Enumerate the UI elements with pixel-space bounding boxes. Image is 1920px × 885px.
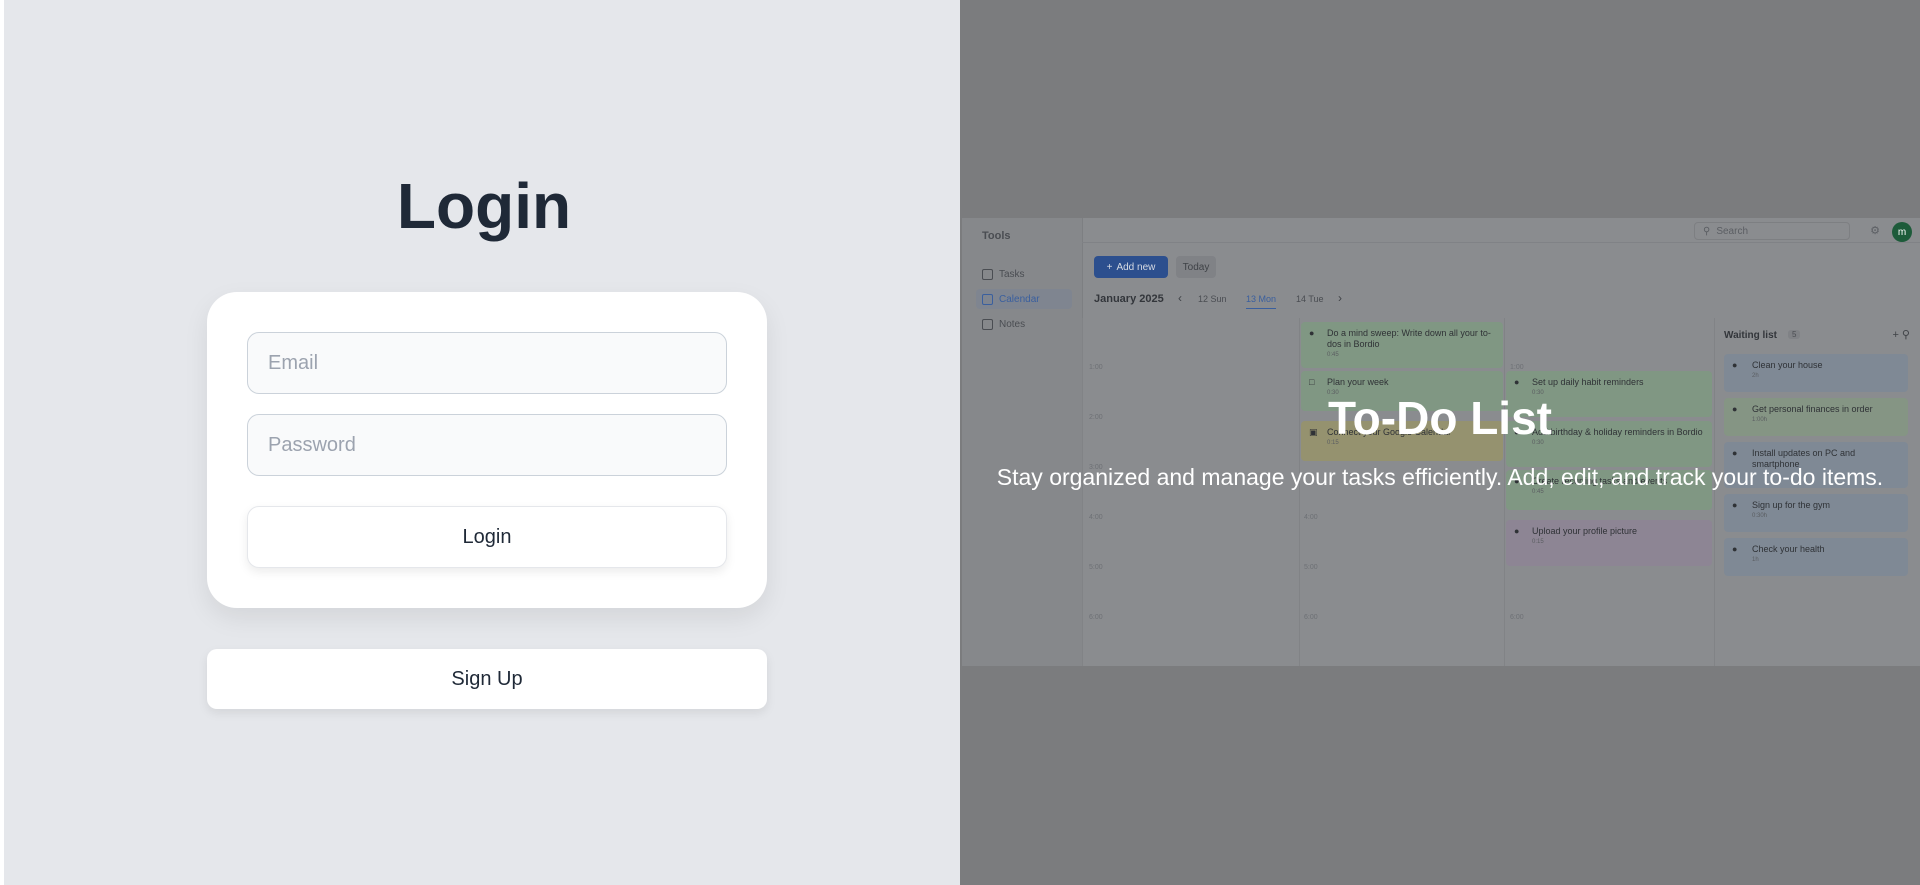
preview-nav-tasks: Tasks: [976, 264, 1072, 284]
login-pane: Login Login Sign Up: [0, 0, 960, 885]
login-button[interactable]: Login: [247, 506, 727, 568]
preview-task-duration: 0:15: [1532, 539, 1544, 545]
preview-search-text: Search: [1716, 225, 1749, 237]
preview-today: Today: [1176, 256, 1216, 278]
preview-column-divider: [1082, 318, 1083, 666]
bell-icon: ⚙: [1870, 225, 1880, 237]
hero-title: To-Do List: [1328, 392, 1552, 444]
preview-waiting-card-title: Sign up for the gym: [1752, 500, 1831, 510]
password-field[interactable]: [247, 414, 727, 476]
preview-task-title: Set up daily habit reminders: [1532, 377, 1644, 387]
preview-waiting-count: 5: [1788, 330, 1801, 339]
preview-time: 4:00: [1304, 514, 1318, 521]
muscle-icon: ●: [1732, 500, 1738, 510]
checkbox-icon: [982, 268, 993, 280]
preview-time: 1:00: [1510, 364, 1524, 371]
preview-nav-label: Calendar: [999, 293, 1040, 305]
page-title: Login: [396, 170, 572, 242]
preview-column-divider: [1299, 318, 1300, 666]
preview-add-new-label: Add new: [1116, 261, 1156, 273]
preview-waiting-card-title: Check your health: [1752, 544, 1825, 554]
preview-task-title: Do a mind sweep: Write down all your to-…: [1327, 328, 1491, 349]
preview-time: 1:00: [1089, 364, 1103, 371]
plus-icon: + ⚲: [1892, 329, 1910, 341]
preview-waiting-title: Waiting list: [1724, 330, 1777, 341]
preview-add-new: + Add new: [1094, 256, 1168, 278]
preview-waiting-card: ● Sign up for the gym 0:30h: [1724, 494, 1908, 532]
preview-day: 14 Tue: [1296, 294, 1324, 304]
preview-day-active: 13 Mon: [1246, 294, 1277, 309]
signup-button[interactable]: Sign Up: [207, 649, 767, 709]
plus-icon: +: [1106, 261, 1113, 273]
chevron-left-icon: ‹: [1178, 291, 1182, 305]
preview-sidebar-title: Tools: [982, 230, 1011, 242]
preview-nav-calendar: Calendar: [976, 289, 1072, 309]
preview-waiting-card-duration: 1h: [1752, 557, 1759, 563]
broom-icon: ●: [1732, 360, 1738, 370]
preview-month: January 2025: [1094, 293, 1164, 305]
search-icon: ⚲: [1703, 225, 1711, 237]
preview-time: 6:00: [1510, 614, 1524, 621]
calendar-icon: [982, 293, 993, 305]
hero-subtitle: Stay organized and manage your tasks eff…: [996, 464, 1884, 490]
preview-nav-label: Notes: [999, 318, 1026, 330]
preview-task-title: Upload your profile picture: [1532, 526, 1638, 536]
preview-nav-label: Tasks: [999, 268, 1025, 280]
preview-waiting-card-duration: 2h: [1752, 373, 1759, 379]
brain-icon: ●: [1309, 328, 1315, 338]
chevron-right-icon: ›: [1338, 291, 1342, 305]
preview-time: 6:00: [1304, 614, 1318, 621]
preview-time: 4:00: [1089, 514, 1103, 521]
preview-nav-notes: Notes: [976, 314, 1072, 334]
preview-time: 5:00: [1089, 564, 1103, 571]
preview-column-divider: [1714, 318, 1715, 666]
preview-waiting-card: ● Clean your house 2h: [1724, 354, 1908, 392]
preview-time: 5:00: [1304, 564, 1318, 571]
preview-topbar: ⚲ Search ⚙ m: [1082, 218, 1920, 243]
preview-waiting-card-duration: 0:30h: [1752, 513, 1768, 519]
avatar: m: [1892, 222, 1912, 242]
preview-task-duration: 0:45: [1327, 352, 1339, 358]
preview-day: 12 Sun: [1198, 294, 1227, 304]
health-icon: ●: [1732, 544, 1738, 554]
calendar-icon: □: [1309, 377, 1315, 387]
preview-task-title: Plan your week: [1327, 377, 1389, 387]
note-icon: [982, 318, 993, 330]
preview-waiting-card-title: Clean your house: [1752, 360, 1823, 370]
preview-search: ⚲ Search: [1694, 222, 1850, 240]
preview-column-divider: [1504, 318, 1505, 666]
bell-icon: ●: [1514, 377, 1520, 387]
preview-task: ● Do a mind sweep: Write down all your to…: [1301, 322, 1503, 368]
preview-time: 6:00: [1089, 614, 1103, 621]
laptop-icon: ●: [1732, 448, 1738, 458]
user-icon: ●: [1514, 526, 1520, 536]
preview-waiting-card: ● Check your health 1h: [1724, 538, 1908, 576]
preview-task: ● Upload your profile picture 0:15: [1506, 520, 1712, 566]
email-field[interactable]: [247, 332, 727, 394]
login-card: Login: [207, 292, 767, 608]
